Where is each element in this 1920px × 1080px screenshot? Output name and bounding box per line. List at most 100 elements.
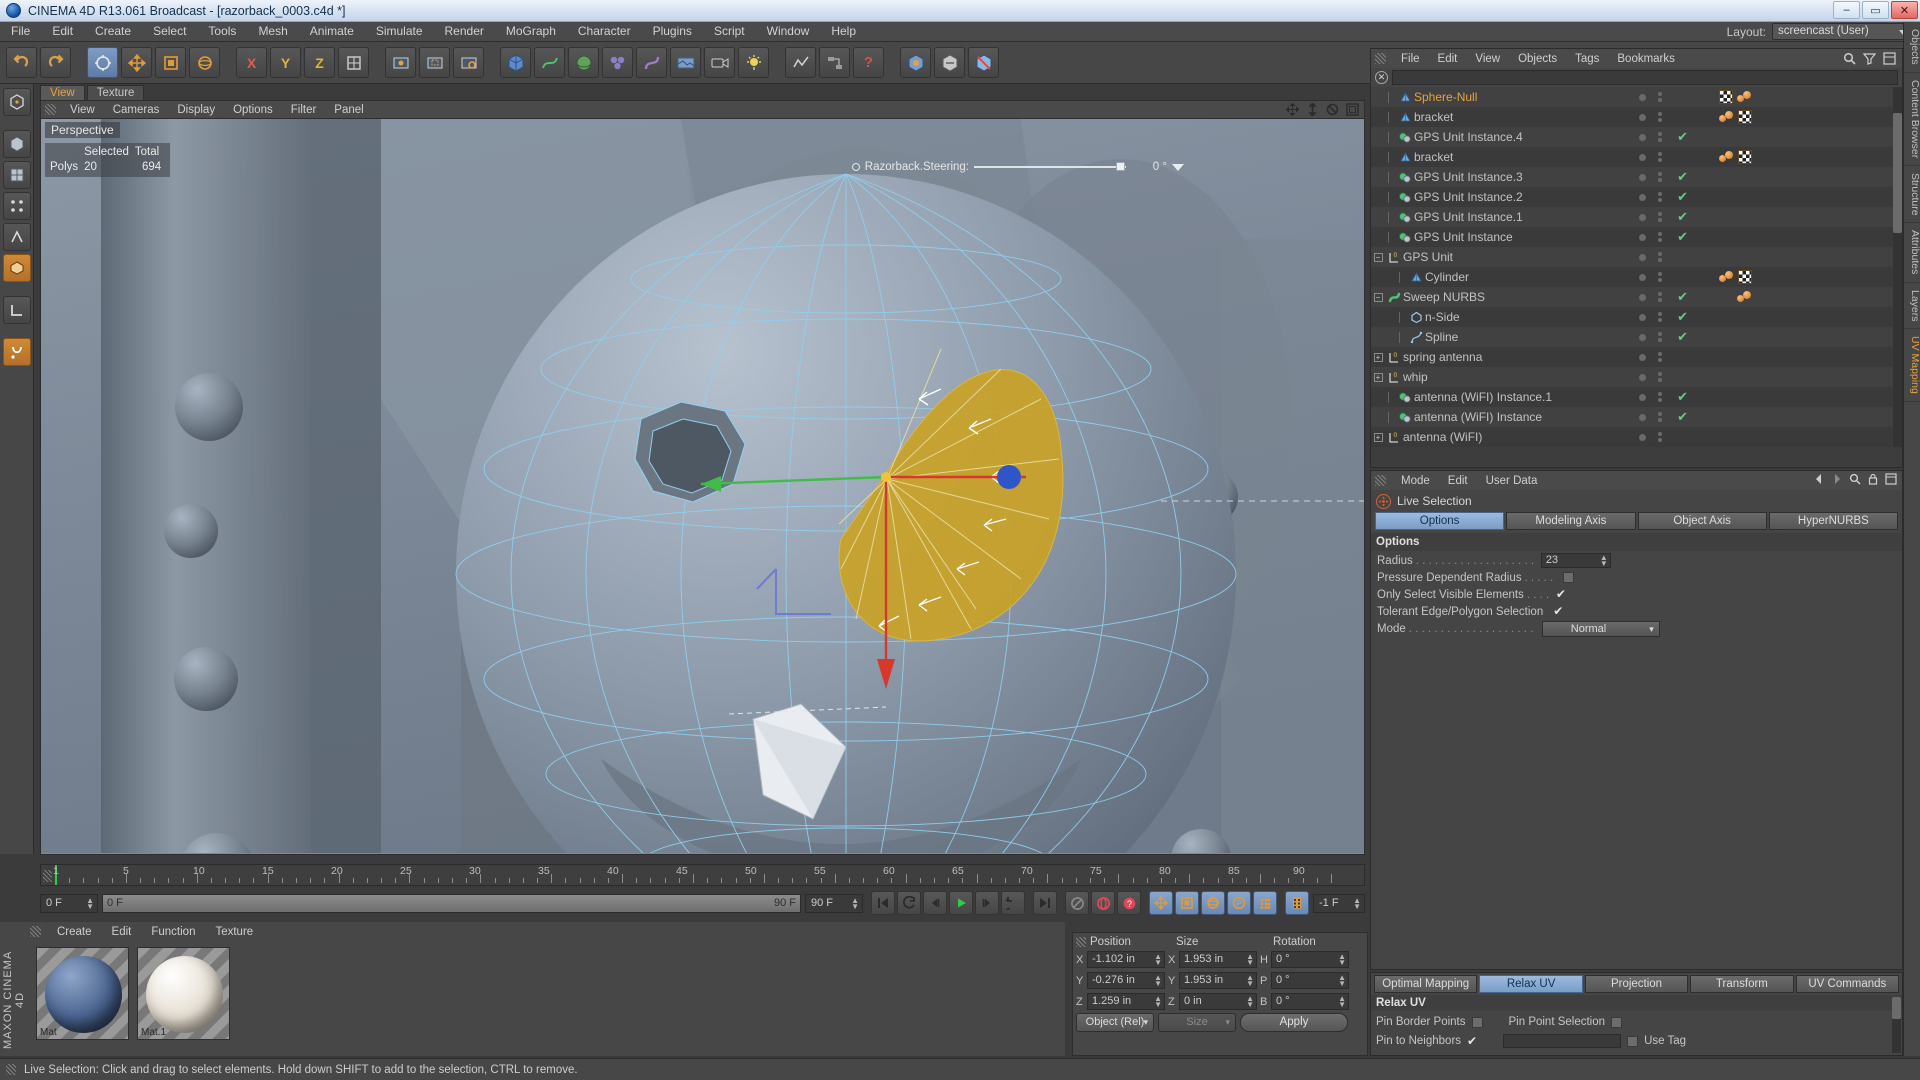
rtab-content-browser[interactable]: Content Browser: [1904, 73, 1920, 166]
maximize-view-icon[interactable]: [1346, 103, 1359, 116]
object-name[interactable]: antenna (WiFI) Instance.1: [1414, 390, 1552, 404]
enabled-check-icon[interactable]: ✔: [1677, 329, 1688, 345]
camera-icon[interactable]: [704, 47, 735, 78]
uv-tab-relax-uv[interactable]: Relax UV: [1479, 975, 1582, 993]
model-mode-icon[interactable]: [3, 130, 31, 158]
redo-icon[interactable]: [40, 47, 71, 78]
object-row[interactable]: +0whip: [1371, 367, 1902, 387]
position-x-field[interactable]: -1.102 in▲▼: [1087, 951, 1165, 968]
rtab-uv-mapping[interactable]: UV Mapping: [1904, 329, 1920, 402]
object-row[interactable]: +0antenna (WiFI): [1371, 427, 1902, 447]
viewport-menu-grip-icon[interactable]: [45, 104, 56, 115]
render-visibility-dot-top[interactable]: [1658, 272, 1662, 276]
size-z-field[interactable]: 0 in▲▼: [1179, 993, 1257, 1010]
object-name[interactable]: GPS Unit Instance.2: [1414, 190, 1523, 204]
om-menu-edit[interactable]: Edit: [1429, 53, 1467, 65]
render-visibility-dot-top[interactable]: [1658, 332, 1662, 336]
undo-icon[interactable]: [6, 47, 37, 78]
object-list-scrollbar[interactable]: [1893, 87, 1902, 447]
uv-tag-input[interactable]: [1503, 1034, 1621, 1048]
live-selection-icon[interactable]: [87, 47, 118, 78]
timeline-icon[interactable]: [785, 47, 816, 78]
current-frame-field[interactable]: 0 F▲▼: [40, 894, 98, 913]
attr-tab-object-axis[interactable]: Object Axis: [1638, 512, 1767, 530]
menu-create[interactable]: Create: [84, 22, 142, 41]
render-visibility-dot-bottom[interactable]: [1658, 258, 1662, 262]
material-tag-icon[interactable]: [1719, 111, 1734, 123]
attr-lock-icon[interactable]: [1867, 473, 1879, 485]
render-visibility-dot-top[interactable]: [1658, 432, 1662, 436]
enabled-check-icon[interactable]: ✔: [1677, 229, 1688, 245]
render-visibility-dot-top[interactable]: [1658, 232, 1662, 236]
object-name[interactable]: GPS Unit: [1403, 250, 1453, 264]
help-icon[interactable]: ?: [853, 47, 884, 78]
next-frame-icon[interactable]: [975, 891, 999, 915]
pan-icon[interactable]: [1286, 103, 1299, 116]
maximize-button[interactable]: ▭: [1862, 1, 1889, 19]
visibility-dots[interactable]: [1639, 352, 1662, 362]
object-name[interactable]: GPS Unit Instance.1: [1414, 210, 1523, 224]
material-menu-function[interactable]: Function: [141, 926, 205, 938]
record-position-icon[interactable]: [1149, 891, 1173, 915]
object-menu-grip-icon[interactable]: [1375, 53, 1386, 64]
editor-visibility-dot[interactable]: [1639, 394, 1646, 401]
menu-help[interactable]: Help: [820, 22, 867, 41]
menu-simulate[interactable]: Simulate: [365, 22, 434, 41]
position-z-field[interactable]: 1.259 in▲▼: [1087, 993, 1165, 1010]
edges-mode-icon[interactable]: [3, 223, 31, 251]
render-visibility-dot-top[interactable]: [1658, 352, 1662, 356]
environment-icon[interactable]: [670, 47, 701, 78]
status-grip-icon[interactable]: [6, 1064, 16, 1075]
snap-icon[interactable]: [3, 338, 31, 366]
uv-tab-uv-commands[interactable]: UV Commands: [1796, 975, 1899, 993]
hud-steering-slider[interactable]: Razorback.Steering: 0 °: [852, 161, 1184, 173]
filter-icon[interactable]: [1863, 52, 1876, 65]
visibility-dots[interactable]: [1639, 252, 1662, 262]
material-item[interactable]: Mat: [36, 947, 129, 1040]
editor-visibility-dot[interactable]: [1639, 174, 1646, 181]
object-name[interactable]: antenna (WiFI) Instance: [1414, 410, 1542, 424]
texture-tag-icon[interactable]: [1738, 270, 1752, 284]
render-visibility-dot-bottom[interactable]: [1658, 318, 1662, 322]
visibility-dots[interactable]: [1639, 312, 1662, 322]
render-visibility-dot-top[interactable]: [1658, 92, 1662, 96]
render-visibility-dot-bottom[interactable]: [1658, 178, 1662, 182]
menu-script[interactable]: Script: [703, 22, 756, 41]
render-visibility-dot-bottom[interactable]: [1658, 118, 1662, 122]
render-visibility-dot-top[interactable]: [1658, 112, 1662, 116]
go-to-start-icon[interactable]: [871, 891, 895, 915]
search-icon[interactable]: [1843, 52, 1856, 65]
object-row[interactable]: │n-Side✔: [1371, 307, 1902, 327]
editor-visibility-dot[interactable]: [1639, 234, 1646, 241]
render-visibility-dot-top[interactable]: [1658, 372, 1662, 376]
make-editable-icon[interactable]: [3, 88, 31, 116]
record-scale-icon[interactable]: [1175, 891, 1199, 915]
object-name[interactable]: Sweep NURBS: [1403, 290, 1485, 304]
enabled-check-icon[interactable]: ✔: [1677, 209, 1688, 225]
visibility-dots[interactable]: [1639, 212, 1662, 222]
editor-visibility-dot[interactable]: [1639, 354, 1646, 361]
content-browser-icon[interactable]: [900, 47, 931, 78]
editor-visibility-dot[interactable]: [1639, 314, 1646, 321]
render-visibility-dot-bottom[interactable]: [1658, 418, 1662, 422]
render-visibility-dot-bottom[interactable]: [1658, 378, 1662, 382]
object-row[interactable]: +0spring antenna: [1371, 347, 1902, 367]
record-parameter-icon[interactable]: P: [1227, 891, 1251, 915]
array-icon[interactable]: [602, 47, 633, 78]
collapse-toggle-icon[interactable]: −: [1374, 293, 1383, 302]
object-name[interactable]: GPS Unit Instance.4: [1414, 130, 1523, 144]
render-visibility-dot-bottom[interactable]: [1658, 338, 1662, 342]
attr-tab-modeling-axis[interactable]: Modeling Axis: [1506, 512, 1635, 530]
attr-menu-edit[interactable]: Edit: [1439, 475, 1477, 487]
object-row[interactable]: │antenna (WiFI) Instance✔: [1371, 407, 1902, 427]
tolerant-selection-checkbox[interactable]: ✔: [1553, 606, 1563, 617]
render-visibility-dot-top[interactable]: [1658, 152, 1662, 156]
editor-visibility-dot[interactable]: [1639, 414, 1646, 421]
material-item[interactable]: Mat.1: [137, 947, 230, 1040]
render-visibility-dot-bottom[interactable]: [1658, 138, 1662, 142]
render-visibility-dot-bottom[interactable]: [1658, 98, 1662, 102]
tab-texture[interactable]: Texture: [87, 85, 145, 100]
attr-options-icon[interactable]: [1885, 473, 1897, 485]
viewport-menu-filter[interactable]: Filter: [282, 101, 326, 119]
menu-window[interactable]: Window: [756, 22, 821, 41]
